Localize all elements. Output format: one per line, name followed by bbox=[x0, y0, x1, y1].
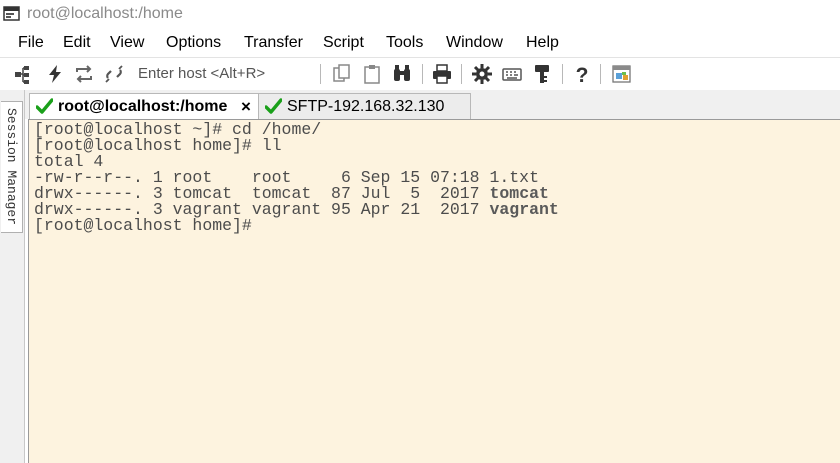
terminal-line: [root@localhost home]# ll bbox=[34, 137, 559, 154]
session-manager-tab[interactable]: Session Manager bbox=[1, 101, 23, 233]
connected-check-icon bbox=[265, 98, 282, 114]
tab-sftp[interactable]: SFTP-192.168.32.130 bbox=[258, 93, 471, 120]
print-icon[interactable] bbox=[431, 63, 453, 85]
terminal-output: [root@localhost ~]# cd /home/[root@local… bbox=[34, 121, 559, 235]
tab-label: root@localhost:/home bbox=[58, 98, 228, 115]
terminal-line: [root@localhost home]# bbox=[34, 216, 559, 235]
menu-tools[interactable]: Tools bbox=[386, 34, 423, 52]
session-manager-panel: Session Manager bbox=[0, 90, 25, 463]
menu-transfer[interactable]: Transfer bbox=[244, 34, 303, 52]
directory-name: vagrant bbox=[489, 200, 559, 219]
title-bar: root@localhost:/home bbox=[0, 0, 840, 30]
menu-edit[interactable]: Edit bbox=[63, 34, 91, 52]
toolbar: ? bbox=[0, 58, 840, 91]
menu-bar: File Edit View Options Transfer Script T… bbox=[0, 30, 840, 58]
disconnect-icon[interactable] bbox=[103, 63, 125, 85]
tab-bar: root@localhost:/home × SFTP-192.168.32.1… bbox=[25, 90, 840, 120]
toolbar-separator bbox=[562, 64, 563, 84]
connected-check-icon bbox=[36, 98, 53, 114]
terminal-area[interactable]: [root@localhost ~]# cd /home/[root@local… bbox=[28, 119, 840, 463]
svg-text:?: ? bbox=[576, 64, 589, 85]
reconnect-icon[interactable] bbox=[73, 63, 95, 85]
help-icon[interactable]: ? bbox=[571, 63, 593, 85]
menu-file[interactable]: File bbox=[18, 34, 44, 52]
tab-label: SFTP-192.168.32.130 bbox=[287, 98, 445, 115]
window-title: root@localhost:/home bbox=[27, 5, 183, 22]
settings-icon[interactable] bbox=[471, 63, 493, 85]
session-manager-label: Session Manager bbox=[4, 108, 19, 226]
paste-icon[interactable] bbox=[361, 63, 383, 85]
toolbar-separator bbox=[461, 64, 462, 84]
find-icon[interactable] bbox=[391, 63, 413, 85]
quick-connect-icon[interactable] bbox=[44, 63, 66, 85]
toolbar-separator bbox=[422, 64, 423, 84]
toolbar-separator bbox=[320, 64, 321, 84]
toolbar-separator bbox=[600, 64, 601, 84]
close-tab-icon[interactable]: × bbox=[241, 97, 251, 117]
menu-options[interactable]: Options bbox=[166, 34, 221, 52]
connect-icon[interactable] bbox=[12, 63, 34, 85]
keymap-icon[interactable] bbox=[501, 63, 523, 85]
tab-root-localhost[interactable]: root@localhost:/home × bbox=[29, 93, 260, 120]
key-agent-icon[interactable] bbox=[531, 63, 553, 85]
host-input[interactable] bbox=[132, 62, 324, 84]
securecrt-app-icon bbox=[3, 6, 20, 21]
menu-window[interactable]: Window bbox=[446, 34, 503, 52]
menu-help[interactable]: Help bbox=[526, 34, 559, 52]
menu-view[interactable]: View bbox=[110, 34, 144, 52]
terminal-text: [root@localhost home]# bbox=[34, 216, 252, 235]
sftp-icon[interactable] bbox=[611, 63, 633, 85]
copy-icon[interactable] bbox=[331, 63, 353, 85]
menu-script[interactable]: Script bbox=[323, 34, 364, 52]
